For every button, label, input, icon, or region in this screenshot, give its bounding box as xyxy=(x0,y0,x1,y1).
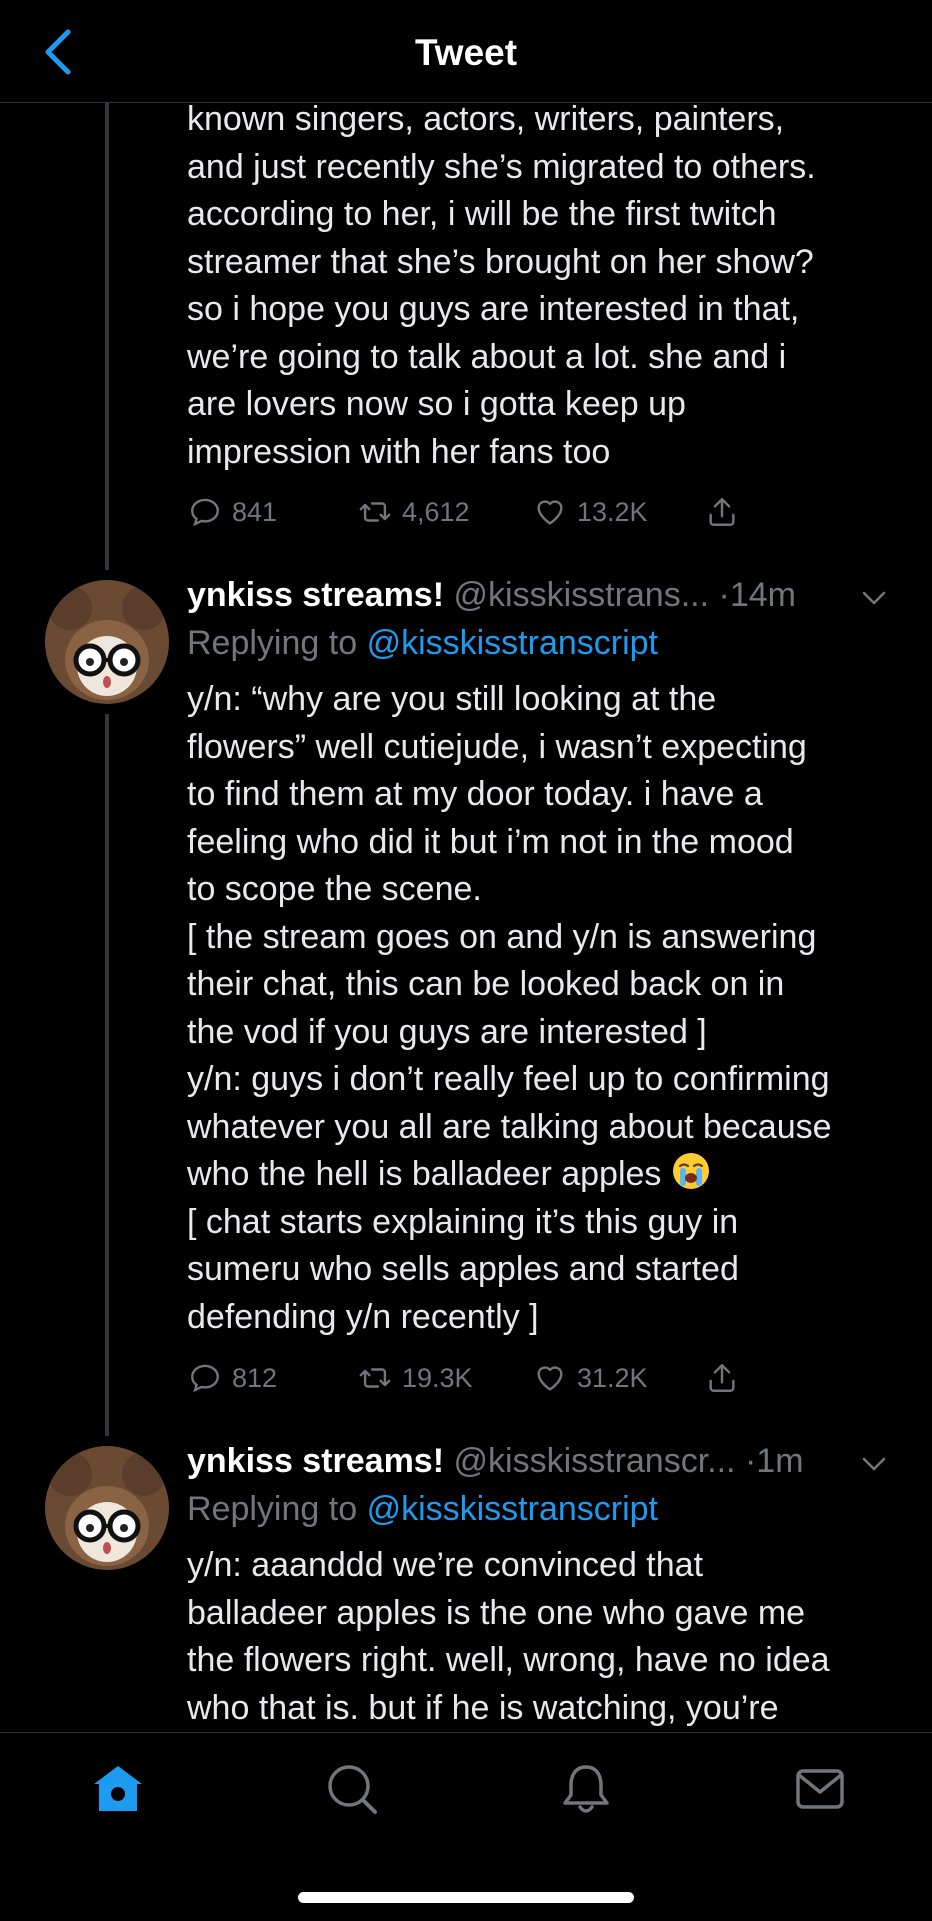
like-count: 13.2K xyxy=(577,496,648,527)
thread-line xyxy=(105,714,109,1436)
home-indicator[interactable] xyxy=(298,1892,634,1903)
avatar[interactable] xyxy=(45,580,169,704)
username[interactable]: @kisskisstrans... xyxy=(454,576,710,614)
timestamp: 14m xyxy=(729,576,796,614)
timestamp: 1m xyxy=(756,1442,804,1480)
search-icon[interactable] xyxy=(322,1759,382,1819)
tweet-text-part: [ chat starts explaining it’s this guy i… xyxy=(187,1202,739,1336)
tweet-text: known singers, actors, writers, painters… xyxy=(187,100,816,471)
display-name[interactable]: ynkiss streams! xyxy=(187,576,444,614)
tweet-header: ynkiss streams! @kisskisstranscr... ·1m xyxy=(187,1440,887,1482)
reply-count: 841 xyxy=(232,496,278,527)
avatar[interactable] xyxy=(45,1446,169,1570)
replying-to: Replying to @kisskisstranscript xyxy=(187,622,658,664)
replying-to-mention[interactable]: @kisskisstranscript xyxy=(367,624,658,662)
reply-button[interactable]: 841 xyxy=(188,490,277,534)
messages-icon[interactable] xyxy=(790,1759,850,1819)
tweet-actions: 841 4,612 13.2K xyxy=(188,490,748,534)
share-icon xyxy=(709,498,735,526)
share-button[interactable] xyxy=(705,1356,739,1400)
like-count: 31.2K xyxy=(577,1362,648,1393)
retweet-icon xyxy=(359,502,391,522)
replying-to-label: Replying to xyxy=(187,624,358,662)
heart-icon xyxy=(537,1366,563,1391)
username[interactable]: @kisskisstranscr... xyxy=(454,1442,736,1480)
heart-icon xyxy=(537,500,563,525)
separator: · xyxy=(744,1442,757,1480)
chevron-down-icon[interactable] xyxy=(858,582,890,614)
page-title: Tweet xyxy=(414,32,518,73)
separator: · xyxy=(718,576,730,614)
replying-to-label: Replying to xyxy=(187,1490,358,1528)
reply-button[interactable]: 812 xyxy=(188,1356,277,1400)
reply-icon xyxy=(191,1364,219,1393)
top-bar: Tweet xyxy=(0,0,932,103)
retweet-icon xyxy=(359,1368,391,1388)
notifications-icon[interactable] xyxy=(556,1759,616,1819)
tweet-actions: 812 19.3K 31.2K xyxy=(188,1356,748,1400)
retweet-button[interactable]: 19.3K xyxy=(358,1356,473,1400)
tweet-text: y/n: aaanddd we’re convinced that ballad… xyxy=(187,1546,830,1727)
tweet-text: y/n: “why are you still looking at the f… xyxy=(187,676,907,1341)
tweet-text-part: y/n: “why are you still looking at the f… xyxy=(187,680,832,1193)
tweet-header: ynkiss streams! @kisskisstrans... ·14m xyxy=(187,574,887,616)
replying-to-mention[interactable]: @kisskisstranscript xyxy=(367,1490,658,1528)
like-button[interactable]: 13.2K xyxy=(533,490,648,534)
loudly-crying-face-icon xyxy=(672,1153,709,1189)
share-button[interactable] xyxy=(705,490,739,534)
reply-count: 812 xyxy=(232,1362,278,1393)
chevron-down-icon[interactable] xyxy=(858,1448,890,1480)
share-icon xyxy=(709,1364,735,1392)
thread-line xyxy=(105,102,109,570)
retweet-count: 4,612 xyxy=(402,496,470,527)
retweet-button[interactable]: 4,612 xyxy=(358,490,470,534)
home-icon[interactable] xyxy=(88,1759,148,1819)
reply-icon xyxy=(191,498,219,527)
replying-to: Replying to @kisskisstranscript xyxy=(187,1488,658,1530)
retweet-count: 19.3K xyxy=(402,1362,473,1393)
like-button[interactable]: 31.2K xyxy=(533,1356,648,1400)
display-name[interactable]: ynkiss streams! xyxy=(187,1442,444,1480)
